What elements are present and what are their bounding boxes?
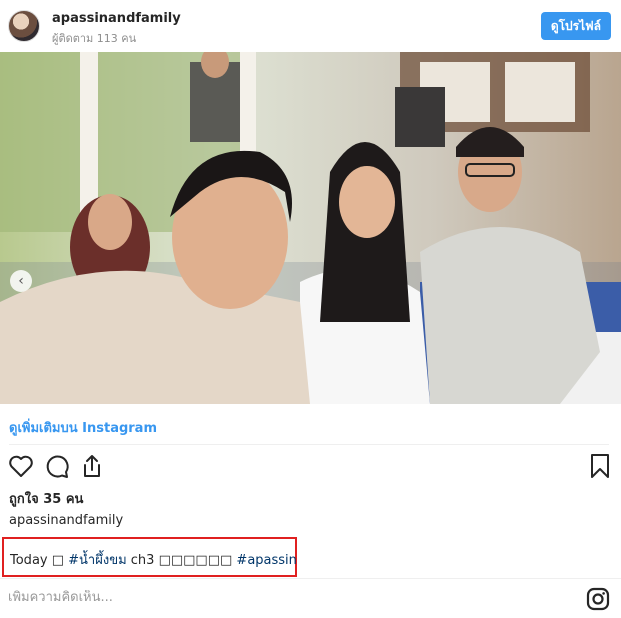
- caption-highlight-box: Today □ #น้ำผึ้งขม ch3 □□□□□□ #apassin: [2, 537, 297, 577]
- caption-middle: ch3 □□□□□□: [126, 553, 237, 568]
- comment-input[interactable]: [8, 590, 408, 605]
- caption-username[interactable]: apassinandfamily: [9, 513, 123, 528]
- follower-count: ผู้ติดตาม 113 คน: [52, 32, 137, 45]
- caption-text: Today □ #น้ำผึ้งขม ch3 □□□□□□ #apassin: [10, 549, 297, 570]
- photo-illustration: [0, 52, 621, 404]
- action-bar: [0, 452, 621, 482]
- like-count[interactable]: ถูกใจ 35 คน: [9, 488, 83, 509]
- view-profile-button[interactable]: ดูโปรไฟล์: [540, 12, 611, 40]
- caption-prefix: Today □: [10, 553, 69, 568]
- instagram-icon[interactable]: [586, 587, 610, 611]
- hashtag-link[interactable]: #น้ำผึ้งขม: [68, 553, 127, 568]
- comment-icon[interactable]: [43, 452, 71, 480]
- divider: [0, 578, 621, 579]
- divider: [9, 444, 609, 445]
- post-photo[interactable]: ‹: [0, 52, 621, 404]
- share-icon[interactable]: [78, 452, 106, 480]
- view-more-on-instagram-link[interactable]: ดูเพิ่มเติมบน Instagram: [9, 417, 157, 438]
- post-header: apassinandfamily ผู้ติดตาม 113 คน ดูโปรไ…: [0, 0, 621, 52]
- bookmark-icon[interactable]: [586, 452, 614, 480]
- username[interactable]: apassinandfamily: [52, 11, 181, 26]
- hashtag-link[interactable]: #apassin: [236, 553, 296, 568]
- chevron-left-icon[interactable]: ‹: [10, 270, 32, 292]
- avatar[interactable]: [8, 10, 40, 42]
- heart-icon[interactable]: [7, 452, 35, 480]
